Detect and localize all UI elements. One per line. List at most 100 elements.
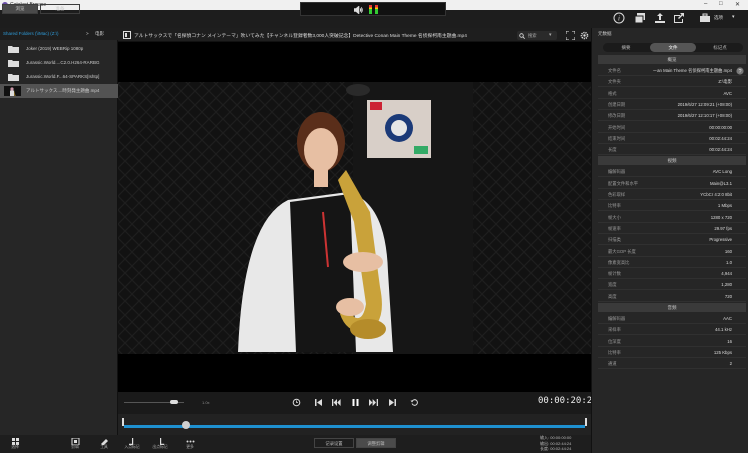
file-icon <box>123 31 131 39</box>
list-item[interactable]: Jurassic.World.F...64-SPARKS[Ishtp] <box>0 70 118 84</box>
metadata-key: 修改日期 <box>608 113 626 119</box>
help-icon[interactable]: ? <box>736 67 744 75</box>
more-tool[interactable]: 更多 <box>175 438 205 450</box>
metadata-row: 像素宽高比 1.0 <box>598 257 746 268</box>
select-tool[interactable]: 选择 <box>0 438 30 450</box>
close-icon[interactable]: ✕ <box>735 1 740 8</box>
step-forward-icon[interactable] <box>369 398 378 407</box>
metadata-value: YCbCr 4:2:0 8bit <box>700 192 732 197</box>
video-frame[interactable] <box>118 42 591 392</box>
metadata-key: 最大GOP 长度 <box>608 248 636 254</box>
metadata-key: 高度 <box>608 293 617 299</box>
metadata-row: 配置文件和水平 Main@L3.1 <box>598 178 746 189</box>
tab-markers[interactable]: 标记点 <box>697 43 743 52</box>
metadata-key: 比特率 <box>608 203 621 209</box>
metadata-key: 长度 <box>608 147 617 153</box>
chevron-down-icon[interactable]: ▾ <box>732 14 735 20</box>
metadata-row: 比特率 125 Kbps <box>598 347 746 358</box>
metadata-value: ーan Main Theme 名侦探柯南主题曲.mp4 <box>652 68 732 73</box>
more-icon <box>186 440 194 443</box>
metadata-key: 编解码器 <box>608 169 626 175</box>
mark-out-icon <box>159 438 164 445</box>
metadata-value: 44.1 kHz <box>715 327 732 333</box>
list-item[interactable]: Joker (2019) WEBRip 1080p <box>0 42 118 56</box>
bottom-toolbar: 选择 剪辑 工具 入点标记 出点标记 更多 <box>0 435 591 453</box>
svg-text:i: i <box>618 15 620 23</box>
metadata-row: 长度 00:02:44:24 <box>598 144 746 156</box>
speaker-icon[interactable] <box>354 6 363 14</box>
breadcrumb-root[interactable]: Shared Folders (\\Mac) (Z:\) <box>3 31 59 36</box>
metadata-row: 最大GOP 长度 160 <box>598 246 746 257</box>
list-item-selected[interactable]: アルトサックス....時刻発主題曲.mp4 <box>0 84 118 98</box>
metadata-value: 2019/6/27 12:10:17 (+08:00) <box>677 113 732 119</box>
gear-icon[interactable] <box>580 31 589 40</box>
timeline[interactable] <box>118 414 591 435</box>
upload-icon[interactable] <box>654 12 666 24</box>
tab-prepare[interactable]: 准备 <box>40 4 80 14</box>
metadata-key: 宽度 <box>608 282 617 288</box>
metadata-row: 采样率 44.1 kHz <box>598 324 746 336</box>
tools-tool[interactable]: 工具 <box>89 438 119 450</box>
repeat-icon[interactable] <box>410 398 419 407</box>
playhead[interactable] <box>181 421 190 429</box>
clip-tool[interactable]: 剪辑 <box>60 438 90 450</box>
tab-file[interactable]: 文件 <box>650 43 696 52</box>
metadata-row: 扫描类 Progressive <box>598 234 746 246</box>
video-thumbnail <box>4 86 21 96</box>
metadata-row: 创建日期 2019/6/27 12:09:21 (+08:00) <box>598 99 746 110</box>
timecode-display: 00:00:20:25 <box>538 396 598 406</box>
metadata-row: 宽度 1,280 <box>598 279 746 291</box>
mark-out-tool[interactable]: 出点标记 <box>145 438 175 450</box>
breadcrumb-current[interactable]: 电影 <box>95 31 104 37</box>
fullscreen-icon[interactable] <box>566 31 575 40</box>
list-item[interactable]: Jurassic.World....C2.0.H264-RARBG <box>0 56 118 70</box>
audio-meter <box>300 2 446 16</box>
out-point-marker[interactable] <box>585 418 587 426</box>
metadata-key: 文件名 <box>608 68 621 73</box>
grid-icon <box>11 438 19 445</box>
metadata-key: 像素宽高比 <box>608 259 630 265</box>
metadata-value: 125 Kbps <box>713 349 732 355</box>
search-icon <box>519 32 525 39</box>
settings-menu[interactable]: 选项 <box>714 15 723 21</box>
adjust-clip-button[interactable]: 调整剪辑 <box>356 438 396 448</box>
metadata-value: Z:\电影 <box>718 79 732 85</box>
search-input[interactable]: 搜索 ▾ <box>517 31 557 40</box>
metadata-row: 帧计数 4,944 <box>598 268 746 280</box>
metadata-value: 4,944 <box>721 271 732 277</box>
toolbox-icon[interactable] <box>699 12 711 24</box>
search-placeholder: 搜索 <box>528 33 537 38</box>
timeline-range[interactable] <box>124 425 585 428</box>
metadata-key: 位深度 <box>608 338 621 344</box>
loop-icon[interactable] <box>292 398 301 407</box>
mark-in-tool[interactable]: 入点标记 <box>117 438 147 450</box>
metadata-section-header: 概览 <box>598 55 746 64</box>
metadata-key: 通道 <box>608 361 617 367</box>
clip-title: アルトサックスで「名探偵コナン メインテーマ」吹いてみた【チャンネル登録者数3,… <box>134 34 467 39</box>
record-settings-button[interactable]: 记录设置 <box>314 438 354 448</box>
metadata-key: 格式 <box>608 90 617 96</box>
folder-icon <box>8 74 19 81</box>
maximize-icon[interactable]: □ <box>719 1 723 7</box>
metadata-row: 帧大小 1280 x 720 <box>598 212 746 223</box>
metadata-key: 比特率 <box>608 349 621 355</box>
go-to-end-icon[interactable] <box>388 398 397 407</box>
metadata-key: 文件夹 <box>608 79 621 85</box>
wrench-icon <box>100 439 108 445</box>
metadata-row: 比特率 1 Mbps <box>598 200 746 212</box>
meter-right <box>375 5 378 14</box>
export-icon[interactable] <box>673 12 685 24</box>
breadcrumb-separator: > <box>86 31 89 36</box>
info-icon[interactable]: i <box>613 12 625 24</box>
minimize-icon[interactable]: – <box>704 1 707 7</box>
folder-icon <box>8 60 19 67</box>
copy-icon[interactable] <box>634 12 646 24</box>
tab-summary[interactable]: 摘要 <box>603 43 649 52</box>
go-to-start-icon[interactable] <box>314 398 323 407</box>
pause-icon[interactable] <box>351 398 360 407</box>
tab-browse[interactable]: 浏览 <box>2 4 38 14</box>
metadata-row: 文件夹 Z:\电影 <box>598 76 746 88</box>
shuttle-handle[interactable] <box>170 400 178 404</box>
chevron-down-icon[interactable]: ▾ <box>549 32 552 38</box>
step-back-icon[interactable] <box>332 398 341 407</box>
